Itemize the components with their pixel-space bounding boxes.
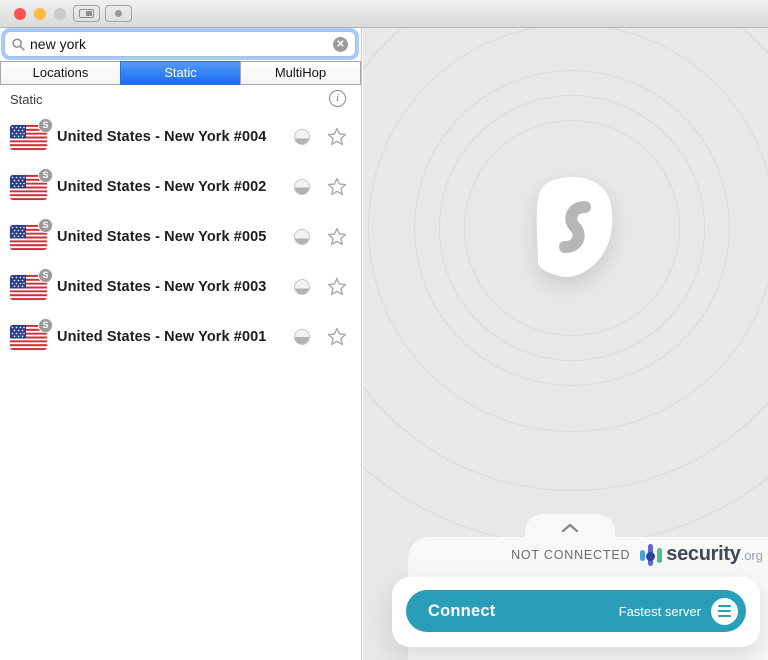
search-field[interactable]: ✕ bbox=[4, 31, 356, 57]
menu-icon bbox=[718, 605, 731, 608]
security-org-icon bbox=[640, 543, 662, 567]
status-row: NOT CONNECTED security .org bbox=[511, 542, 763, 568]
server-load-indicator bbox=[294, 279, 310, 295]
server-load-indicator bbox=[294, 129, 310, 145]
tab-locations[interactable]: Locations bbox=[0, 61, 121, 85]
clear-search-icon[interactable]: ✕ bbox=[333, 37, 348, 52]
static-badge-icon: S bbox=[38, 218, 53, 233]
us-flag-icon: S bbox=[10, 225, 47, 250]
us-flag-icon: S bbox=[10, 275, 47, 300]
us-flag-icon: S bbox=[10, 125, 47, 150]
favorite-star-icon[interactable] bbox=[326, 226, 348, 248]
sidebar-icon bbox=[79, 9, 94, 18]
fastest-server-label: Fastest server bbox=[619, 604, 701, 619]
tab-static[interactable]: Static bbox=[120, 61, 241, 85]
server-list-panel: ✕ Locations Static MultiHop Static i bbox=[0, 28, 362, 660]
close-button[interactable] bbox=[14, 8, 26, 20]
security-org-brand: security bbox=[666, 543, 740, 566]
tab-multihop[interactable]: MultiHop bbox=[240, 61, 361, 85]
server-row[interactable]: S United States - New York #005 bbox=[0, 212, 361, 262]
zoom-button[interactable] bbox=[54, 8, 66, 20]
info-icon[interactable]: i bbox=[329, 90, 346, 107]
surfshark-logo bbox=[528, 175, 616, 281]
server-load-indicator bbox=[294, 179, 310, 195]
list-header-title: Static bbox=[10, 92, 43, 107]
server-load-indicator bbox=[294, 329, 310, 345]
app-window: NOT CONNECTED security .org Connect Fast… bbox=[0, 0, 768, 660]
server-name: United States - New York #003 bbox=[57, 279, 294, 295]
us-flag-icon: S bbox=[10, 325, 47, 350]
connect-card: Connect Fastest server bbox=[392, 577, 760, 647]
security-org-watermark: security .org bbox=[640, 543, 763, 567]
connection-status: NOT CONNECTED bbox=[511, 548, 630, 562]
minimize-button[interactable] bbox=[34, 8, 46, 20]
server-name: United States - New York #004 bbox=[57, 129, 294, 145]
search-input[interactable] bbox=[30, 36, 333, 52]
server-name: United States - New York #001 bbox=[57, 329, 294, 345]
static-badge-icon: S bbox=[38, 168, 53, 183]
title-bar bbox=[0, 0, 768, 28]
search-icon bbox=[12, 38, 25, 51]
connect-button-label: Connect bbox=[428, 602, 619, 621]
static-badge-icon: S bbox=[38, 268, 53, 283]
server-row[interactable]: S United States - New York #002 bbox=[0, 162, 361, 212]
server-name: United States - New York #002 bbox=[57, 179, 294, 195]
server-load-indicator bbox=[294, 229, 310, 245]
favorite-star-icon[interactable] bbox=[326, 326, 348, 348]
server-name: United States - New York #005 bbox=[57, 229, 294, 245]
list-header: Static i bbox=[0, 88, 361, 112]
radar-ring bbox=[363, 28, 768, 546]
chevron-up-icon bbox=[561, 523, 579, 533]
favorite-star-icon[interactable] bbox=[326, 126, 348, 148]
server-list: S United States - New York #004 bbox=[0, 112, 361, 362]
static-badge-icon: S bbox=[38, 318, 53, 333]
server-options-menu-button[interactable] bbox=[711, 598, 738, 625]
favorite-star-icon[interactable] bbox=[326, 176, 348, 198]
toolbar-record-button[interactable] bbox=[105, 5, 132, 22]
server-row[interactable]: S United States - New York #001 bbox=[0, 312, 361, 362]
record-icon bbox=[115, 10, 122, 17]
server-row[interactable]: S United States - New York #004 bbox=[0, 112, 361, 162]
security-org-tld: .org bbox=[741, 548, 763, 563]
map-panel: NOT CONNECTED security .org Connect Fast… bbox=[363, 28, 768, 660]
server-row[interactable]: S United States - New York #003 bbox=[0, 262, 361, 312]
tab-bar: Locations Static MultiHop bbox=[0, 61, 361, 85]
favorite-star-icon[interactable] bbox=[326, 276, 348, 298]
toggle-sidebar-button[interactable] bbox=[73, 5, 100, 22]
static-badge-icon: S bbox=[38, 118, 53, 133]
us-flag-icon: S bbox=[10, 175, 47, 200]
connect-button[interactable]: Connect Fastest server bbox=[406, 590, 746, 632]
